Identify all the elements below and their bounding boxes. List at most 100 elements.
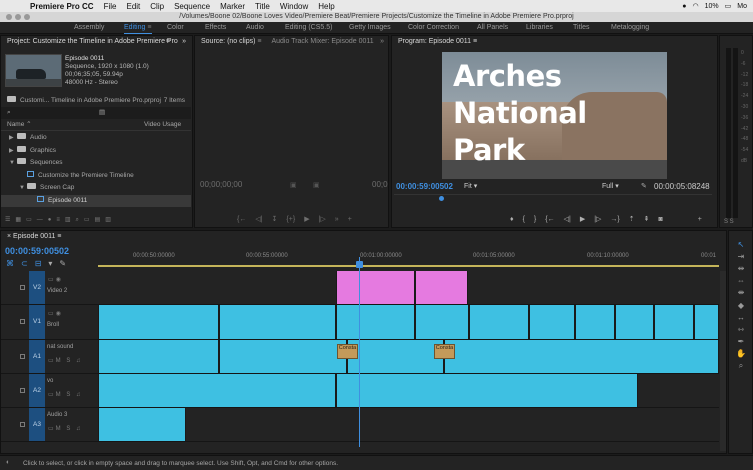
program-video-frame[interactable]: Arches National Park: [442, 52, 667, 179]
track-target-v2[interactable]: V2: [29, 271, 45, 304]
workspace-effects[interactable]: Effects: [205, 22, 226, 34]
workspace-editing[interactable]: Editing ≡: [124, 22, 152, 34]
menu-title[interactable]: Title: [255, 2, 270, 11]
nest-icon[interactable]: ⌘: [6, 259, 21, 268]
menu-file[interactable]: File: [104, 2, 117, 11]
slide-tool-icon[interactable]: ⇿: [736, 325, 746, 335]
ripple-edit-tool-icon[interactable]: ⇹: [736, 264, 746, 274]
wrench-icon[interactable]: ✎: [641, 182, 647, 190]
pen-tool-icon[interactable]: ✒: [736, 337, 746, 347]
track-select-tool-icon[interactable]: ⇥: [736, 252, 746, 262]
lane-v1[interactable]: [98, 305, 719, 340]
project-tree-item[interactable]: ▶ Graphics: [1, 145, 191, 157]
selection-tool-icon[interactable]: ↖: [736, 240, 746, 250]
clip-video[interactable]: [615, 305, 654, 339]
clip-graphic[interactable]: [415, 271, 468, 304]
timeline-playhead[interactable]: [359, 257, 360, 447]
meter-solo-buttons[interactable]: S S: [724, 219, 734, 225]
lock-icon[interactable]: [20, 387, 25, 393]
snap-icon[interactable]: ⊂: [21, 259, 35, 268]
step-back-icon[interactable]: ◁|: [255, 215, 262, 223]
clip-audio[interactable]: [219, 340, 347, 373]
project-tree-item[interactable]: ▶ Audio: [1, 132, 191, 144]
play-icon[interactable]: ▶: [304, 215, 309, 223]
add-marker-icon[interactable]: ▾: [48, 259, 59, 268]
disclosure-open-icon[interactable]: ▼: [19, 182, 27, 194]
rate-stretch-tool-icon[interactable]: ⇼: [736, 288, 746, 298]
tab-source[interactable]: Source: (no clips): [201, 38, 255, 45]
panel-menu-icon[interactable]: ≡: [257, 38, 261, 45]
program-panel-title[interactable]: Program: Episode 0011: [398, 38, 471, 45]
go-to-out-icon[interactable]: →}: [610, 216, 619, 223]
clip-video[interactable]: [529, 305, 575, 339]
battery-icon[interactable]: ▭: [725, 2, 732, 10]
clip-video[interactable]: [98, 305, 219, 339]
menu-clip[interactable]: Clip: [150, 2, 164, 11]
minimize-window-button[interactable]: [15, 14, 21, 20]
clip-thumbnail[interactable]: [5, 54, 62, 87]
workspace-getty-images[interactable]: Getty Images: [349, 22, 391, 34]
clip-graphic[interactable]: [336, 271, 415, 304]
tab-audio-track-mixer[interactable]: Audio Track Mixer: Episode 0011: [271, 38, 373, 45]
play-icon[interactable]: ▶: [580, 215, 585, 223]
step-forward-icon[interactable]: |▷: [319, 215, 326, 223]
lock-icon[interactable]: [20, 284, 25, 290]
wrench-icon[interactable]: ✎: [59, 259, 73, 268]
work-area-bar[interactable]: [98, 265, 719, 267]
track-name[interactable]: Audio 3: [47, 412, 67, 418]
track-name[interactable]: Broll: [47, 322, 59, 328]
rolling-edit-tool-icon[interactable]: ⇔: [736, 276, 746, 286]
clip-video[interactable]: [336, 305, 415, 339]
clip-audio[interactable]: [347, 340, 444, 373]
lane-a3[interactable]: [98, 408, 719, 442]
lock-icon[interactable]: [20, 319, 25, 324]
menu-icon[interactable]: ≡: [147, 24, 151, 31]
track-name[interactable]: nat sound: [47, 344, 73, 350]
workspace-editing-cs55[interactable]: Editing (CS5.5): [285, 22, 332, 34]
workspace-libraries[interactable]: Libraries: [526, 22, 553, 34]
project-panel-title[interactable]: Project: Customize the Timeline in Adobe…: [7, 38, 178, 45]
zoom-slider[interactable]: —●: [37, 217, 57, 223]
project-tree-item[interactable]: Customize the Premiere Timeline: [1, 170, 191, 182]
list-view-icon[interactable]: ☰: [5, 217, 15, 223]
timeline-playhead-timecode[interactable]: 00:00:59:00502: [5, 246, 69, 256]
track-mute-solo-icons[interactable]: ▭M S ♫: [48, 391, 83, 398]
zoom-tool-icon[interactable]: ⌕: [736, 361, 746, 371]
track-toggle-icons[interactable]: ▭◉: [48, 310, 63, 317]
timeline-tab[interactable]: Episode 0011: [13, 233, 55, 240]
clip-video[interactable]: [469, 305, 529, 339]
track-mute-solo-icons[interactable]: ▭M S ♫: [48, 357, 83, 364]
track-target-a1[interactable]: A1: [29, 340, 45, 373]
lock-icon[interactable]: [20, 421, 25, 427]
disclosure-closed-icon[interactable]: ▶: [9, 132, 17, 144]
linked-selection-icon[interactable]: ⊟: [35, 259, 49, 268]
clip-audio[interactable]: [98, 340, 219, 373]
apple-icon[interactable]: [8, 1, 18, 11]
button-editor-icon[interactable]: »: [335, 216, 339, 223]
track-target-a3[interactable]: A3: [29, 408, 45, 441]
playhead-handle[interactable]: [356, 261, 363, 268]
track-target-a2[interactable]: A2: [29, 374, 45, 407]
track-name[interactable]: vo: [47, 378, 53, 384]
search-icon[interactable]: ⌕: [7, 109, 11, 116]
workspace-all-panels[interactable]: All Panels: [477, 22, 508, 34]
track-target-v1[interactable]: V1: [29, 305, 45, 339]
panel-menu-icon[interactable]: ≡: [166, 36, 170, 48]
zoom-select[interactable]: Fit ▾: [464, 182, 477, 190]
clip-audio[interactable]: [444, 340, 719, 373]
clip-audio[interactable]: [98, 374, 336, 407]
find-icon[interactable]: ⌕: [76, 217, 84, 223]
workspace-color-correction[interactable]: Color Correction: [408, 22, 459, 34]
source-overwrite-icon[interactable]: ▣: [313, 181, 320, 189]
automate-icon[interactable]: ▥: [65, 217, 76, 223]
insert-icon[interactable]: ↧: [272, 215, 278, 223]
transition-constant-power[interactable]: Consta: [337, 344, 358, 359]
sort-asc-icon[interactable]: ⌃: [26, 121, 31, 128]
slip-tool-icon[interactable]: ↔: [736, 313, 746, 323]
time-ruler[interactable]: 00:00:50:00000 00:00:55:00000 00:01:00:0…: [98, 245, 719, 267]
menu-help[interactable]: Help: [318, 2, 334, 11]
clip-video[interactable]: [415, 305, 469, 339]
hand-tool-icon[interactable]: ✋: [736, 349, 746, 359]
step-forward-icon[interactable]: |▷: [594, 215, 601, 223]
track-name[interactable]: Video 2: [47, 288, 67, 294]
